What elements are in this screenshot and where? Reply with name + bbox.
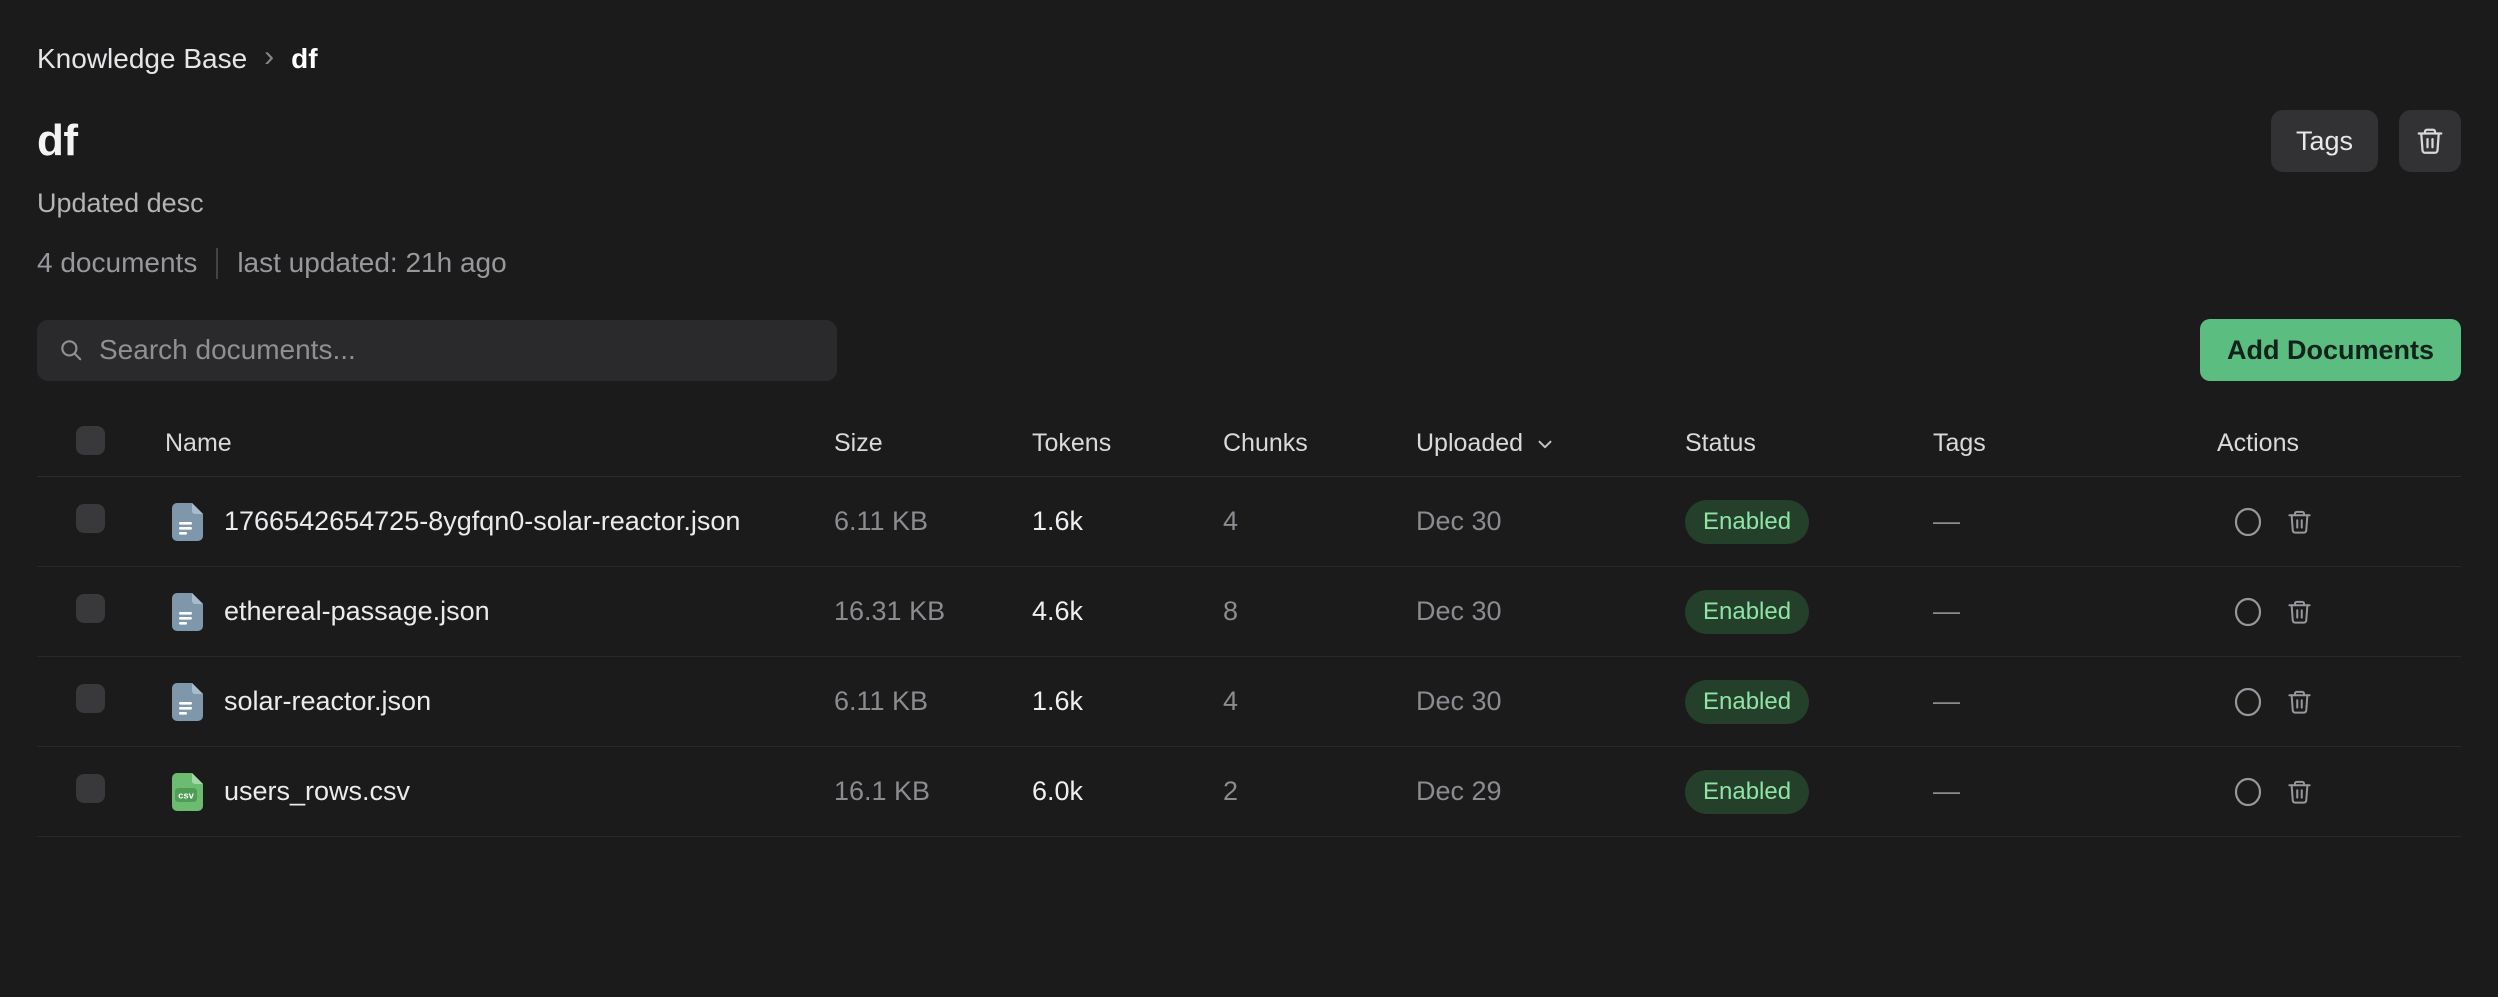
breadcrumb-knowledge-base-link[interactable]: Knowledge Base <box>37 43 247 75</box>
kb-meta: 4 documents last updated: 21h ago <box>37 247 2461 279</box>
document-name[interactable]: solar-reactor.json <box>224 686 431 717</box>
document-tokens: 1.6k <box>1032 686 1223 717</box>
meta-divider <box>216 248 218 279</box>
column-header-tags: Tags <box>1933 429 2217 458</box>
add-documents-button[interactable]: Add Documents <box>2200 319 2461 381</box>
header-actions: Tags <box>2271 110 2461 172</box>
table-header: Name Size Tokens Chunks Uploaded Status … <box>37 411 2461 477</box>
status-badge: Enabled <box>1685 770 1809 814</box>
chevron-down-icon <box>1534 433 1556 455</box>
document-tags: — <box>1933 776 2217 807</box>
trash-icon[interactable] <box>2286 597 2313 627</box>
trash-icon <box>2415 125 2445 157</box>
row-checkbox[interactable] <box>76 594 105 623</box>
file-csv-icon: csv <box>172 773 203 811</box>
table-row: csv users_rows.csv 16.1 KB 6.0k 2 Dec 29… <box>37 747 2461 837</box>
row-checkbox[interactable] <box>76 504 105 533</box>
column-header-name: Name <box>165 429 834 458</box>
document-chunks: 8 <box>1223 596 1416 627</box>
document-tokens: 6.0k <box>1032 776 1223 807</box>
status-toggle-icon[interactable] <box>2233 776 2263 808</box>
column-header-tokens: Tokens <box>1032 429 1223 458</box>
table-row: 1766542654725-8ygfqn0-solar-reactor.json… <box>37 477 2461 567</box>
document-uploaded: Dec 29 <box>1416 776 1685 807</box>
document-uploaded: Dec 30 <box>1416 506 1685 537</box>
document-name[interactable]: users_rows.csv <box>224 776 410 807</box>
status-toggle-icon[interactable] <box>2233 596 2263 628</box>
file-json-icon <box>172 593 203 631</box>
row-checkbox[interactable] <box>76 774 105 803</box>
documents-table: Name Size Tokens Chunks Uploaded Status … <box>37 411 2461 837</box>
document-chunks: 4 <box>1223 686 1416 717</box>
breadcrumb: Knowledge Base › df <box>37 0 2461 76</box>
column-header-status: Status <box>1685 429 1933 458</box>
document-size: 6.11 KB <box>834 506 1032 537</box>
document-name[interactable]: ethereal-passage.json <box>224 596 490 627</box>
document-chunks: 4 <box>1223 506 1416 537</box>
document-tokens: 1.6k <box>1032 506 1223 537</box>
column-header-uploaded-label: Uploaded <box>1416 429 1523 458</box>
tags-button[interactable]: Tags <box>2271 110 2378 172</box>
table-row: ethereal-passage.json 16.31 KB 4.6k 8 De… <box>37 567 2461 657</box>
document-size: 16.1 KB <box>834 776 1032 807</box>
page-header: df Tags <box>37 110 2461 172</box>
document-size: 16.31 KB <box>834 596 1032 627</box>
page-title: df <box>37 116 78 166</box>
document-tokens: 4.6k <box>1032 596 1223 627</box>
column-header-chunks: Chunks <box>1223 429 1416 458</box>
documents-toolbar: Add Documents <box>37 319 2461 381</box>
status-badge: Enabled <box>1685 590 1809 634</box>
document-name[interactable]: 1766542654725-8ygfqn0-solar-reactor.json <box>224 506 740 537</box>
row-checkbox[interactable] <box>76 684 105 713</box>
breadcrumb-current-page: df <box>291 43 317 75</box>
search-bar[interactable] <box>37 320 837 381</box>
file-json-icon <box>172 503 203 541</box>
delete-knowledge-base-button[interactable] <box>2399 110 2461 172</box>
status-badge: Enabled <box>1685 680 1809 724</box>
document-uploaded: Dec 30 <box>1416 686 1685 717</box>
document-count: 4 documents <box>37 247 197 279</box>
kb-description: Updated desc <box>37 188 2461 219</box>
status-toggle-icon[interactable] <box>2233 506 2263 538</box>
status-badge: Enabled <box>1685 500 1809 544</box>
column-header-size: Size <box>834 429 1032 458</box>
file-json-icon <box>172 683 203 721</box>
column-header-actions: Actions <box>2217 429 2461 458</box>
svg-text:csv: csv <box>178 790 195 801</box>
trash-icon[interactable] <box>2286 507 2313 537</box>
document-tags: — <box>1933 506 2217 537</box>
select-all-checkbox[interactable] <box>76 426 105 455</box>
table-row: solar-reactor.json 6.11 KB 1.6k 4 Dec 30… <box>37 657 2461 747</box>
search-icon <box>58 337 84 363</box>
document-tags: — <box>1933 596 2217 627</box>
trash-icon[interactable] <box>2286 687 2313 717</box>
trash-icon[interactable] <box>2286 777 2313 807</box>
knowledge-base-page: Knowledge Base › df df Tags Updated desc… <box>0 0 2498 837</box>
last-updated: last updated: 21h ago <box>237 247 506 279</box>
document-size: 6.11 KB <box>834 686 1032 717</box>
column-header-uploaded[interactable]: Uploaded <box>1416 429 1685 458</box>
search-input[interactable] <box>99 334 816 366</box>
status-toggle-icon[interactable] <box>2233 686 2263 718</box>
chevron-right-icon: › <box>264 42 274 76</box>
document-uploaded: Dec 30 <box>1416 596 1685 627</box>
document-tags: — <box>1933 686 2217 717</box>
document-chunks: 2 <box>1223 776 1416 807</box>
